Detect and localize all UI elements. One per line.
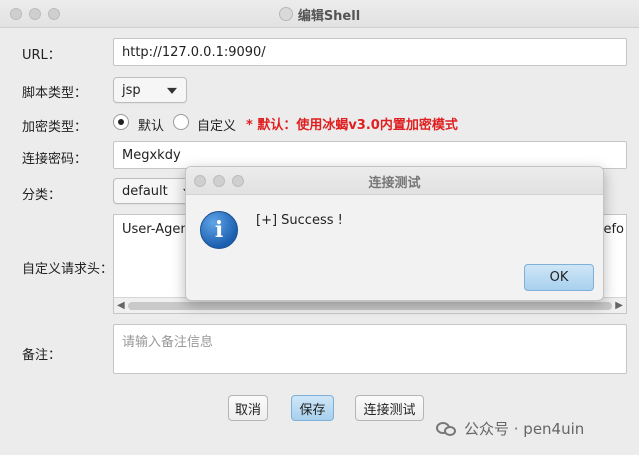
wechat-icon <box>436 420 458 438</box>
connection-test-dialog: 连接测试 i [+] Success ! OK <box>185 166 604 301</box>
connection-test-button[interactable]: 连接测试 <box>355 395 424 421</box>
remark-input[interactable]: 请输入备注信息 <box>113 324 627 374</box>
encrypt-default-label: 默认 <box>138 119 165 134</box>
remark-placeholder: 请输入备注信息 <box>122 335 214 350</box>
cancel-button[interactable]: 取消 <box>228 395 268 421</box>
ok-button[interactable]: OK <box>524 264 594 291</box>
scroll-right-icon[interactable]: ▶ <box>615 300 623 311</box>
encrypt-type-label: 加密类型： <box>22 120 88 135</box>
encrypt-custom-radio[interactable] <box>173 114 189 130</box>
watermark: 公众号 · pen4uin <box>436 418 584 439</box>
url-value: http://127.0.0.1:9090/ <box>122 44 266 60</box>
save-button-label: 保存 <box>299 402 326 418</box>
scrollbar-thumb[interactable] <box>128 302 612 310</box>
ok-button-label: OK <box>549 270 569 285</box>
connection-test-button-label: 连接测试 <box>363 402 416 418</box>
dialog-titlebar: 连接测试 <box>186 167 603 195</box>
remark-label: 备注： <box>22 348 62 363</box>
category-label: 分类： <box>22 188 62 203</box>
info-icon: i <box>200 211 238 249</box>
category-value: default <box>122 183 168 199</box>
password-input[interactable]: Megxkdy <box>113 141 627 169</box>
save-button[interactable]: 保存 <box>291 395 334 421</box>
window-title-text: 编辑Shell <box>297 8 361 24</box>
chevron-down-icon <box>167 87 177 94</box>
encrypt-custom-label: 自定义 <box>197 119 237 134</box>
dialog-message: [+] Success ! <box>256 213 343 228</box>
script-type-label: 脚本类型： <box>22 86 88 101</box>
password-label: 连接密码： <box>22 152 88 167</box>
scroll-left-icon[interactable]: ◀ <box>117 300 125 311</box>
url-input[interactable]: http://127.0.0.1:9090/ <box>113 38 627 66</box>
window-titlebar: 编辑Shell <box>0 0 639 28</box>
dialog-title: 连接测试 <box>368 175 421 191</box>
url-label: URL： <box>22 48 61 63</box>
password-value: Megxkdy <box>122 147 181 163</box>
headers-value-left: User-Agent <box>122 222 194 237</box>
encrypt-default-radio[interactable] <box>113 114 129 130</box>
cancel-button-label: 取消 <box>234 402 261 418</box>
headers-label: 自定义请求头： <box>22 262 114 277</box>
window-title: 编辑Shell <box>0 0 639 28</box>
script-type-value: jsp <box>122 82 141 98</box>
app-icon <box>278 7 293 21</box>
encrypt-note: * 默认：使用冰蝎v3.0内置加密模式 <box>246 118 458 133</box>
script-type-select[interactable]: jsp <box>113 77 187 103</box>
watermark-text: 公众号 · pen4uin <box>464 420 585 438</box>
